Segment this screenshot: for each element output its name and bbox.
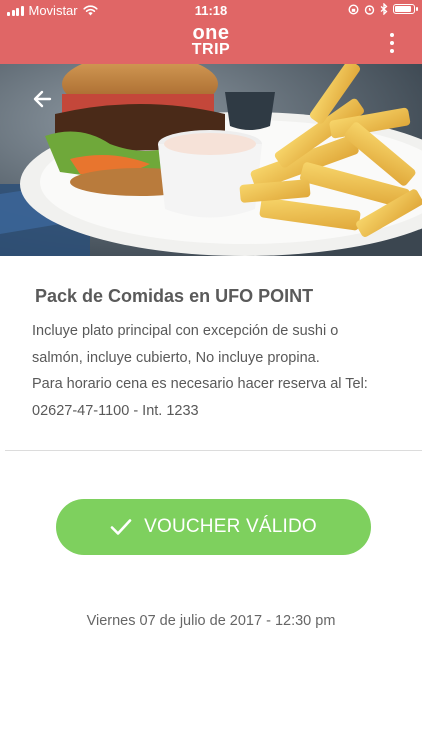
logo-top-text: one xyxy=(192,22,230,44)
bluetooth-icon xyxy=(380,3,388,15)
divider xyxy=(5,450,422,451)
offer-description: Incluye plato principal con excepción de… xyxy=(32,323,368,419)
alarm-icon xyxy=(364,4,375,15)
voucher-date: Viernes 07 de julio de 2017 - 12:30 pm xyxy=(86,613,336,629)
voucher-label: VOUCHER VÁLIDO xyxy=(144,516,317,537)
arrow-back-icon[interactable] xyxy=(28,84,58,114)
battery-icon xyxy=(393,4,418,14)
onetrip-logo: one TRIP xyxy=(186,22,236,62)
checkmark-icon xyxy=(110,519,132,535)
offer-title: Pack de Comidas en UFO POINT xyxy=(35,286,314,306)
voucher-valid-button[interactable]: VOUCHER VÁLIDO xyxy=(56,499,371,555)
logo-bottom-text: TRIP xyxy=(191,41,231,58)
more-vert-icon[interactable] xyxy=(386,32,398,54)
app-header: one TRIP xyxy=(0,22,422,64)
status-bar: Movistar 11:18 xyxy=(0,0,422,22)
rotation-lock-icon xyxy=(348,3,359,15)
food-photo xyxy=(0,64,422,256)
offer-hero-image xyxy=(0,64,422,256)
battery-fill xyxy=(395,6,411,12)
status-right xyxy=(348,3,418,15)
